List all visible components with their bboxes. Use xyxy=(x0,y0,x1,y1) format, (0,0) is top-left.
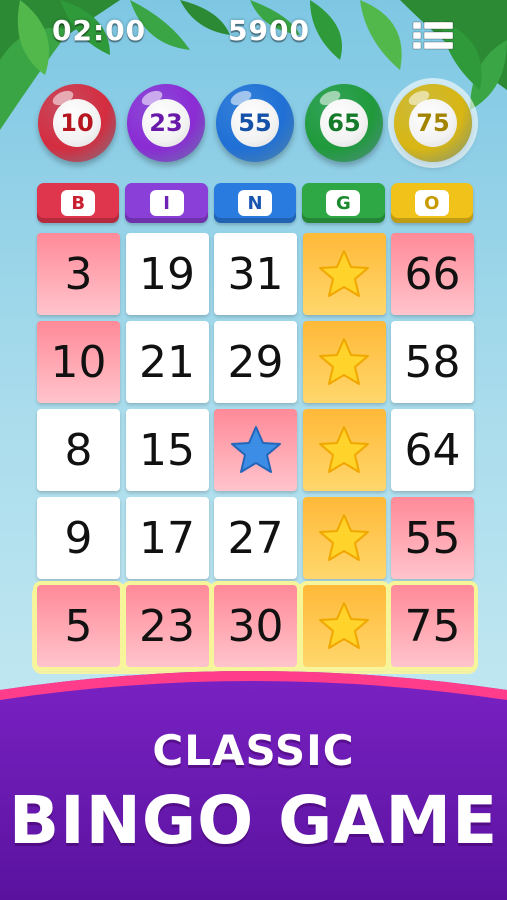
cell-number: 5 xyxy=(64,600,93,652)
bingo-cell[interactable]: 21 xyxy=(125,321,209,403)
cell-number: 27 xyxy=(227,512,284,564)
cell-number: 8 xyxy=(64,424,93,476)
promo-banner: CLASSIC BINGO GAME xyxy=(0,660,507,900)
ball-number: 10 xyxy=(60,109,94,137)
bingo-cell[interactable]: 55 xyxy=(391,497,474,579)
ball-number: 23 xyxy=(149,109,183,137)
called-ball: 55 xyxy=(216,84,294,162)
bingo-cell[interactable]: 29 xyxy=(214,321,297,403)
column-header-n: N xyxy=(213,183,297,223)
bingo-cell[interactable]: 5 xyxy=(37,585,120,667)
bingo-cell[interactable]: 66 xyxy=(391,233,474,315)
bingo-cell[interactable]: 19 xyxy=(125,233,209,315)
bingo-cell[interactable]: 31 xyxy=(214,233,297,315)
cell-number: 23 xyxy=(139,600,195,652)
bingo-cell[interactable]: 10 xyxy=(37,321,120,403)
header-letter: G xyxy=(326,190,361,216)
bingo-cell[interactable]: 3 xyxy=(37,233,120,315)
ball-number: 55 xyxy=(238,109,272,137)
header-letter: I xyxy=(149,190,184,216)
cell-number: 19 xyxy=(139,248,195,300)
bingo-cell[interactable]: 64 xyxy=(391,409,474,491)
header-letter: B xyxy=(61,190,96,216)
cell-number: 9 xyxy=(64,512,93,564)
ball-number: 65 xyxy=(327,109,361,137)
bingo-cell[interactable]: 30 xyxy=(214,585,297,667)
bingo-cell[interactable]: 23 xyxy=(125,585,209,667)
bingo-cell[interactable] xyxy=(302,585,386,667)
bingo-cell[interactable]: 17 xyxy=(125,497,209,579)
star-icon xyxy=(319,426,369,473)
bingo-cell[interactable]: 27 xyxy=(214,497,297,579)
cell-number: 21 xyxy=(139,336,195,388)
column-header-i: I xyxy=(125,183,208,223)
cell-number: 64 xyxy=(404,424,461,476)
star-icon xyxy=(319,514,369,561)
bingo-cell[interactable]: 8 xyxy=(37,409,120,491)
cell-number: 55 xyxy=(404,512,461,564)
cell-number: 31 xyxy=(227,248,284,300)
bingo-cell[interactable]: 15 xyxy=(125,409,209,491)
header-letter: N xyxy=(238,190,273,216)
blue-star-icon xyxy=(230,426,281,473)
cell-number: 10 xyxy=(50,336,107,388)
cell-number: 30 xyxy=(227,600,284,652)
cell-number: 66 xyxy=(404,248,461,300)
score-display: 5900 xyxy=(228,14,310,47)
bingo-cell[interactable]: 9 xyxy=(37,497,120,579)
column-header-b: B xyxy=(37,183,120,223)
bingo-cell[interactable] xyxy=(302,497,386,579)
cell-number: 29 xyxy=(227,336,284,388)
banner-line-bingo-game: BINGO GAME xyxy=(8,782,499,859)
list-menu-icon xyxy=(412,21,454,50)
called-ball: 65 xyxy=(305,84,383,162)
bingo-cell[interactable] xyxy=(302,409,386,491)
game-timer: 02:00 xyxy=(52,14,147,47)
bingo-column-headers: B I N G O xyxy=(37,183,474,223)
top-hud: 02:00 5900 xyxy=(0,14,507,54)
header-letter: O xyxy=(414,190,449,216)
banner-background xyxy=(0,671,507,900)
cell-number: 3 xyxy=(64,248,93,300)
called-ball: 23 xyxy=(127,84,205,162)
cell-number: 15 xyxy=(139,424,195,476)
called-ball: 10 xyxy=(38,84,116,162)
cell-number: 75 xyxy=(404,600,461,652)
banner-line-classic: CLASSIC xyxy=(152,726,355,775)
star-icon xyxy=(319,250,369,297)
star-icon xyxy=(319,338,369,385)
bingo-cell[interactable] xyxy=(302,321,386,403)
free-space-cell[interactable] xyxy=(214,409,297,491)
bingo-cell[interactable]: 58 xyxy=(391,321,474,403)
latest-called-ball: 75 xyxy=(394,84,472,162)
menu-button[interactable] xyxy=(411,20,455,52)
column-header-g: G xyxy=(302,183,385,223)
column-header-o: O xyxy=(390,183,474,223)
ball-number: 75 xyxy=(416,109,450,137)
bingo-cell[interactable] xyxy=(302,233,386,315)
bingo-cell[interactable]: 75 xyxy=(391,585,474,667)
bingo-card-grid: 3 19 31 66 10 21 29 58 8 15 64 9 17 27 5… xyxy=(37,233,474,667)
called-balls-row: 10 23 55 65 75 xyxy=(38,84,472,168)
cell-number: 17 xyxy=(139,512,195,564)
cell-number: 58 xyxy=(404,336,461,388)
star-icon xyxy=(319,602,369,649)
